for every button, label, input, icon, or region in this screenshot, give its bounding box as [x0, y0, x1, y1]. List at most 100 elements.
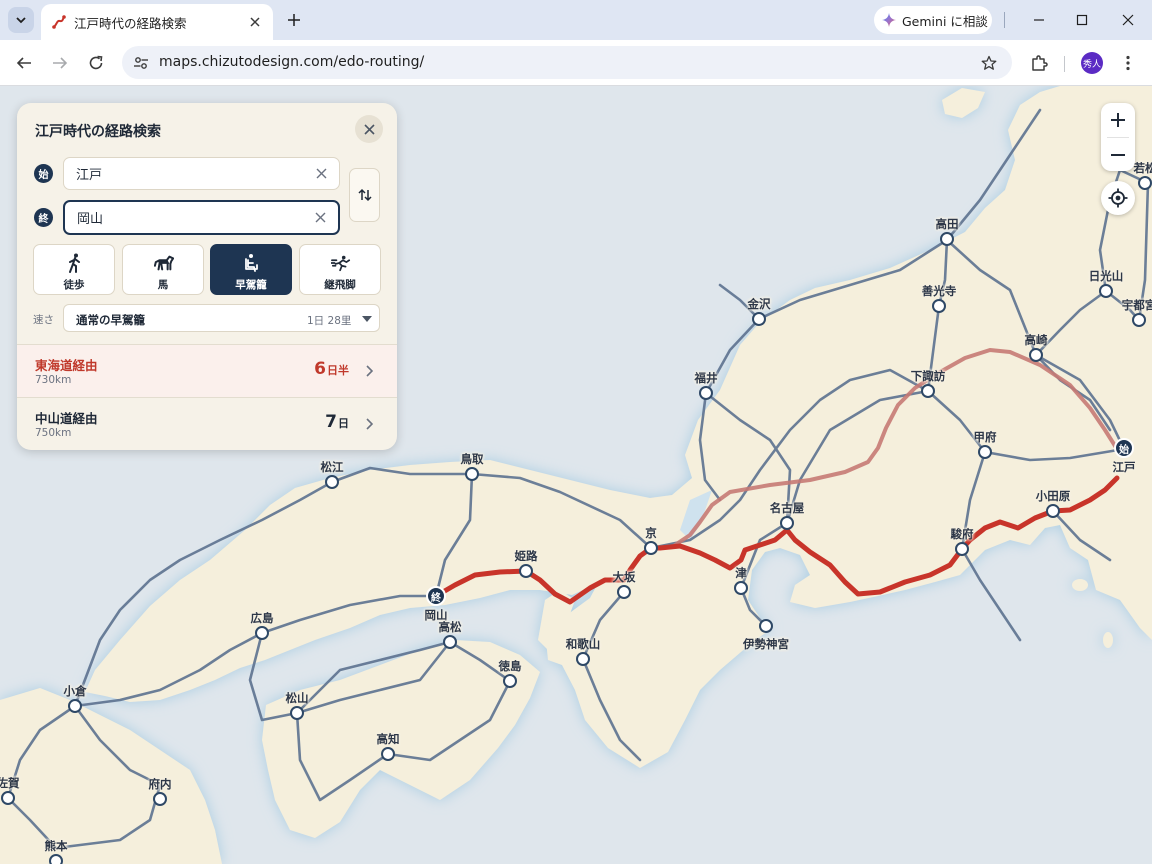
city-dot	[465, 467, 479, 481]
extensions-button[interactable]	[1027, 51, 1051, 75]
route-distance: 750km	[35, 427, 72, 439]
city-label: 鳥取	[460, 452, 484, 466]
city-label: 府内	[148, 777, 172, 791]
chevron-right-icon	[362, 364, 376, 378]
city-dot	[576, 652, 590, 666]
city-label: 広島	[250, 611, 274, 625]
walk-icon	[65, 253, 85, 273]
address-bar[interactable]: maps.chizutodesign.com/edo-routing/	[122, 46, 1012, 79]
window-controls-divider	[1004, 12, 1005, 28]
city-dot	[734, 581, 748, 595]
new-tab-button[interactable]	[282, 8, 306, 32]
browser-toolbar: maps.chizutodesign.com/edo-routing/ 秀人	[0, 40, 1152, 86]
plus-icon	[288, 14, 300, 26]
route-option-nakasendo[interactable]: 中山道経由 750km 7 日	[17, 397, 397, 450]
reload-button[interactable]	[84, 51, 108, 75]
route-duration: 6 日半	[314, 359, 349, 379]
destination-field[interactable]	[63, 200, 340, 235]
city-label: 姫路	[514, 549, 538, 563]
plus-icon	[1111, 113, 1125, 127]
courier-runner-icon	[331, 253, 351, 273]
city-dot	[1, 791, 15, 805]
zoom-out-button[interactable]	[1101, 138, 1135, 172]
route-option-tokaido[interactable]: 東海道経由 730km 6 日半	[17, 344, 397, 397]
city-dot	[940, 232, 954, 246]
speed-label: 速さ	[33, 314, 54, 326]
city-dot	[1046, 504, 1060, 518]
city-label: 宇都宮	[1121, 298, 1152, 312]
browser-tab-bar: 江戸時代の経路検索 Gemini に相談	[0, 0, 1152, 40]
route-name: 東海道経由	[35, 358, 98, 373]
swap-locations-button[interactable]	[349, 168, 380, 222]
tab-close-button[interactable]	[245, 12, 265, 32]
city-label: 小田原	[1035, 489, 1071, 503]
city-label: 熊本	[44, 839, 68, 853]
locate-me-button[interactable]	[1101, 181, 1135, 215]
city-dot	[503, 674, 517, 688]
zoom-in-button[interactable]	[1101, 103, 1135, 137]
city-label: 和歌山	[565, 637, 601, 651]
panel-close-button[interactable]	[355, 115, 383, 143]
city-label: 若松	[1133, 161, 1152, 175]
browser-menu-button[interactable]	[1116, 51, 1140, 75]
toolbar-divider	[1064, 56, 1065, 72]
speed-select[interactable]: 通常の早駕籠 1日 28里	[63, 304, 380, 332]
url-text[interactable]: maps.chizutodesign.com/edo-routing/	[159, 54, 424, 70]
chevron-right-icon	[362, 417, 376, 431]
city-label: 甲府	[973, 430, 997, 444]
forward-button[interactable]	[48, 51, 72, 75]
reload-icon	[89, 55, 103, 70]
city-dot	[978, 445, 992, 459]
mode-label: 早駕籠	[235, 279, 267, 291]
maximize-icon	[1076, 14, 1088, 26]
route-end-badge: 終	[426, 586, 446, 606]
city-dot	[699, 386, 713, 400]
arrow-left-icon	[16, 57, 31, 69]
city-label: 佐賀	[0, 776, 20, 790]
active-tab[interactable]: 江戸時代の経路検索	[41, 4, 273, 40]
city-dot	[381, 747, 395, 761]
mode-courier-button[interactable]: 継飛脚	[299, 244, 381, 295]
mode-horse-button[interactable]: 馬	[122, 244, 204, 295]
mode-label: 馬	[157, 279, 169, 291]
city-dot	[759, 619, 773, 633]
destination-badge: 終	[34, 208, 53, 227]
city-label: 京	[645, 526, 657, 540]
destination-clear-button[interactable]	[313, 210, 328, 225]
city-dot	[932, 299, 946, 313]
minimize-button[interactable]	[1027, 8, 1051, 32]
origin-input[interactable]	[76, 158, 306, 189]
tab-search-button[interactable]	[8, 7, 34, 33]
route-duration-value: 7	[325, 412, 337, 432]
destination-input[interactable]	[77, 202, 307, 233]
maximize-button[interactable]	[1070, 8, 1094, 32]
more-vertical-icon	[1126, 55, 1130, 71]
origin-clear-button[interactable]	[314, 166, 329, 181]
route-duration: 7 日	[325, 412, 349, 432]
city-label: 高知	[376, 732, 400, 746]
city-label: 金沢	[747, 297, 771, 311]
city-dot	[752, 312, 766, 326]
swap-vertical-icon	[357, 188, 372, 202]
route-distance: 730km	[35, 374, 72, 386]
city-dot	[1138, 176, 1152, 190]
minimize-icon	[1034, 19, 1044, 21]
mode-palanquin-button[interactable]: 早駕籠	[210, 244, 292, 295]
city-dot	[290, 706, 304, 720]
gemini-label: Gemini に相談	[902, 13, 988, 29]
mode-label: 徒歩	[63, 279, 85, 291]
city-label: 徳島	[498, 659, 522, 673]
origin-field[interactable]	[63, 157, 340, 190]
tab-title: 江戸時代の経路検索	[74, 16, 187, 31]
back-button[interactable]	[12, 51, 36, 75]
mode-walk-button[interactable]: 徒歩	[33, 244, 115, 295]
route-search-panel: 江戸時代の経路検索 始 終 徒歩 馬 早駕籠	[17, 103, 397, 450]
route-duration-unit: 日半	[327, 364, 349, 377]
bookmark-button[interactable]	[978, 52, 1000, 74]
gemini-button[interactable]: Gemini に相談	[874, 6, 992, 34]
profile-avatar[interactable]: 秀人	[1081, 52, 1103, 74]
arrow-right-icon	[53, 57, 68, 69]
izu-island	[1103, 632, 1113, 648]
close-window-button[interactable]	[1116, 8, 1140, 32]
site-info-button[interactable]	[131, 53, 150, 72]
